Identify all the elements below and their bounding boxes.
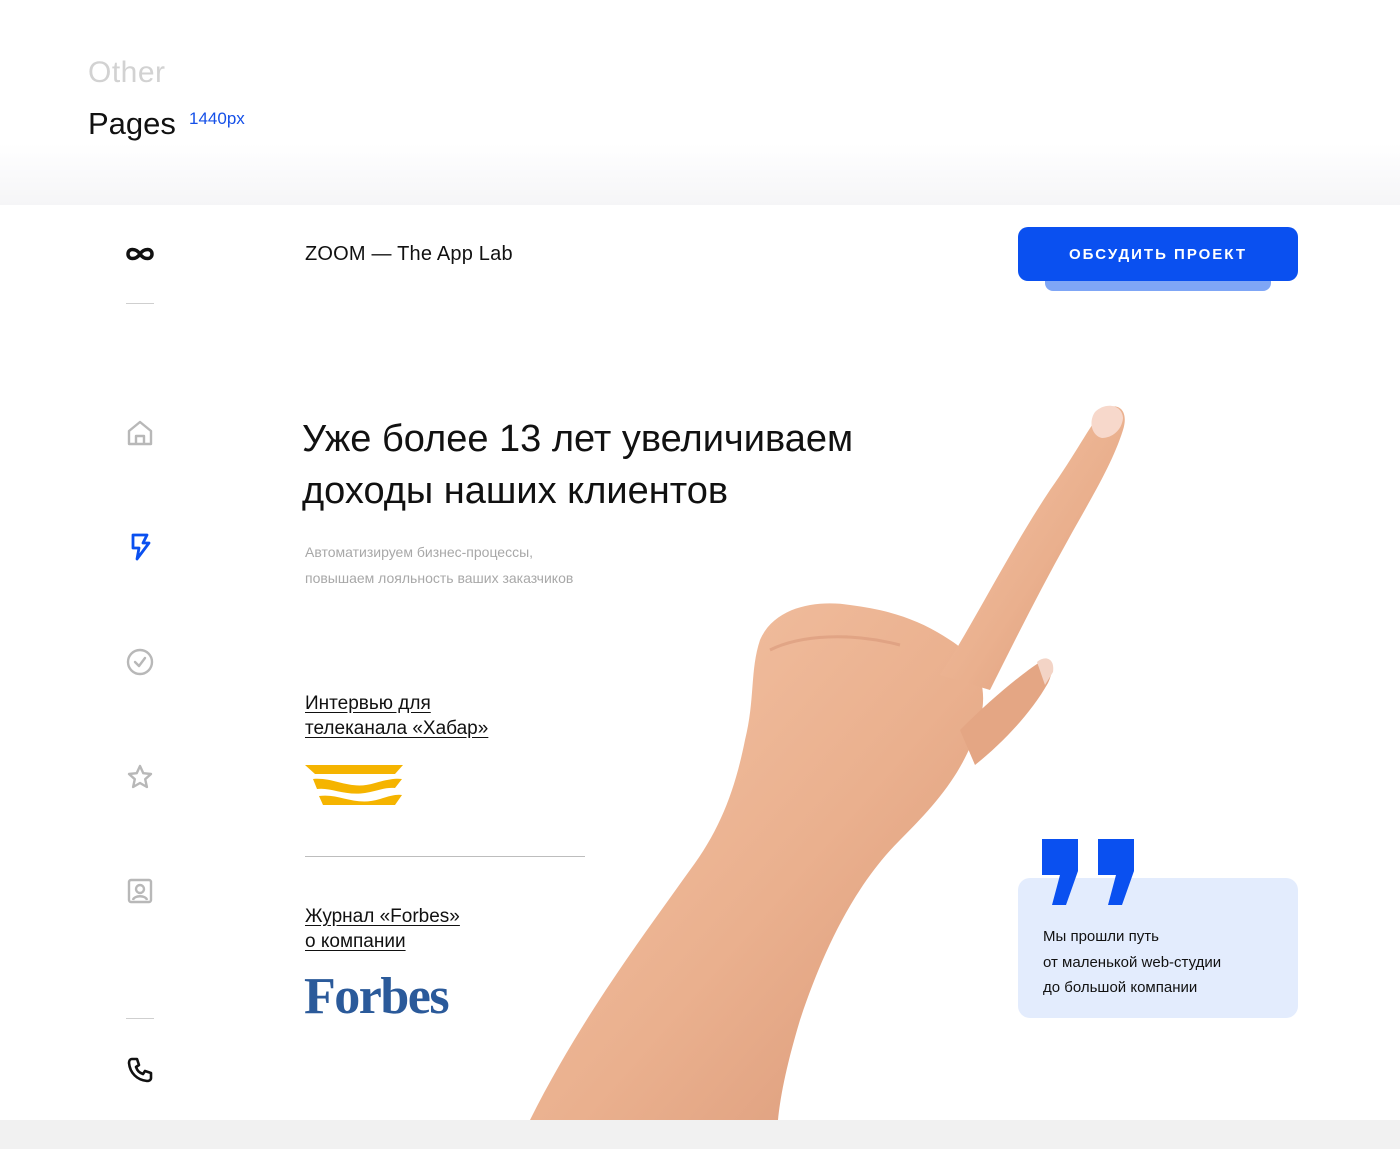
- showcase-footer-band: [0, 1120, 1400, 1149]
- hero-title: Уже более 13 лет увеличиваем доходы наши…: [302, 418, 854, 512]
- hero-subtitle: Автоматизируем бизнес-процессы, повышаем…: [305, 544, 574, 586]
- quote-mark-icon: [1042, 839, 1134, 905]
- showcase-header-band: [0, 0, 1400, 205]
- phone-icon[interactable]: [124, 1054, 156, 1086]
- lightning-icon[interactable]: [124, 531, 156, 563]
- showcase-label-other: Other: [88, 56, 166, 89]
- star-icon[interactable]: [124, 761, 156, 793]
- brand-name[interactable]: ZOOM — The App Lab: [305, 243, 513, 266]
- home-icon[interactable]: [124, 417, 156, 449]
- discuss-project-button[interactable]: ОБСУДИТЬ ПРОЕКТ: [1018, 227, 1298, 281]
- forbes-logo: Forbes: [304, 968, 450, 1025]
- logo-infinity-icon[interactable]: [124, 238, 156, 270]
- quote-text: Мы прошли путь от маленькой web-студии д…: [1043, 928, 1222, 996]
- check-circle-icon[interactable]: [124, 646, 156, 678]
- contact-card-icon[interactable]: [124, 875, 156, 907]
- showcase-label-width: 1440px: [189, 109, 245, 128]
- landing-page: ZOOM — The App Lab ОБСУДИТЬ ПРОЕКТ Уже б…: [0, 205, 1400, 1120]
- showcase-label-pages: Pages: [88, 106, 176, 141]
- sidebar-divider-bottom: [126, 1018, 154, 1019]
- sidebar-divider-top: [126, 303, 154, 304]
- khabar-logo-icon: [305, 765, 403, 805]
- press-link-khabar[interactable]: Интервью для телеканала «Хабар»: [305, 691, 488, 741]
- press-link-forbes[interactable]: Журнал «Forbes» о компании: [305, 904, 460, 954]
- press-divider: [305, 856, 585, 857]
